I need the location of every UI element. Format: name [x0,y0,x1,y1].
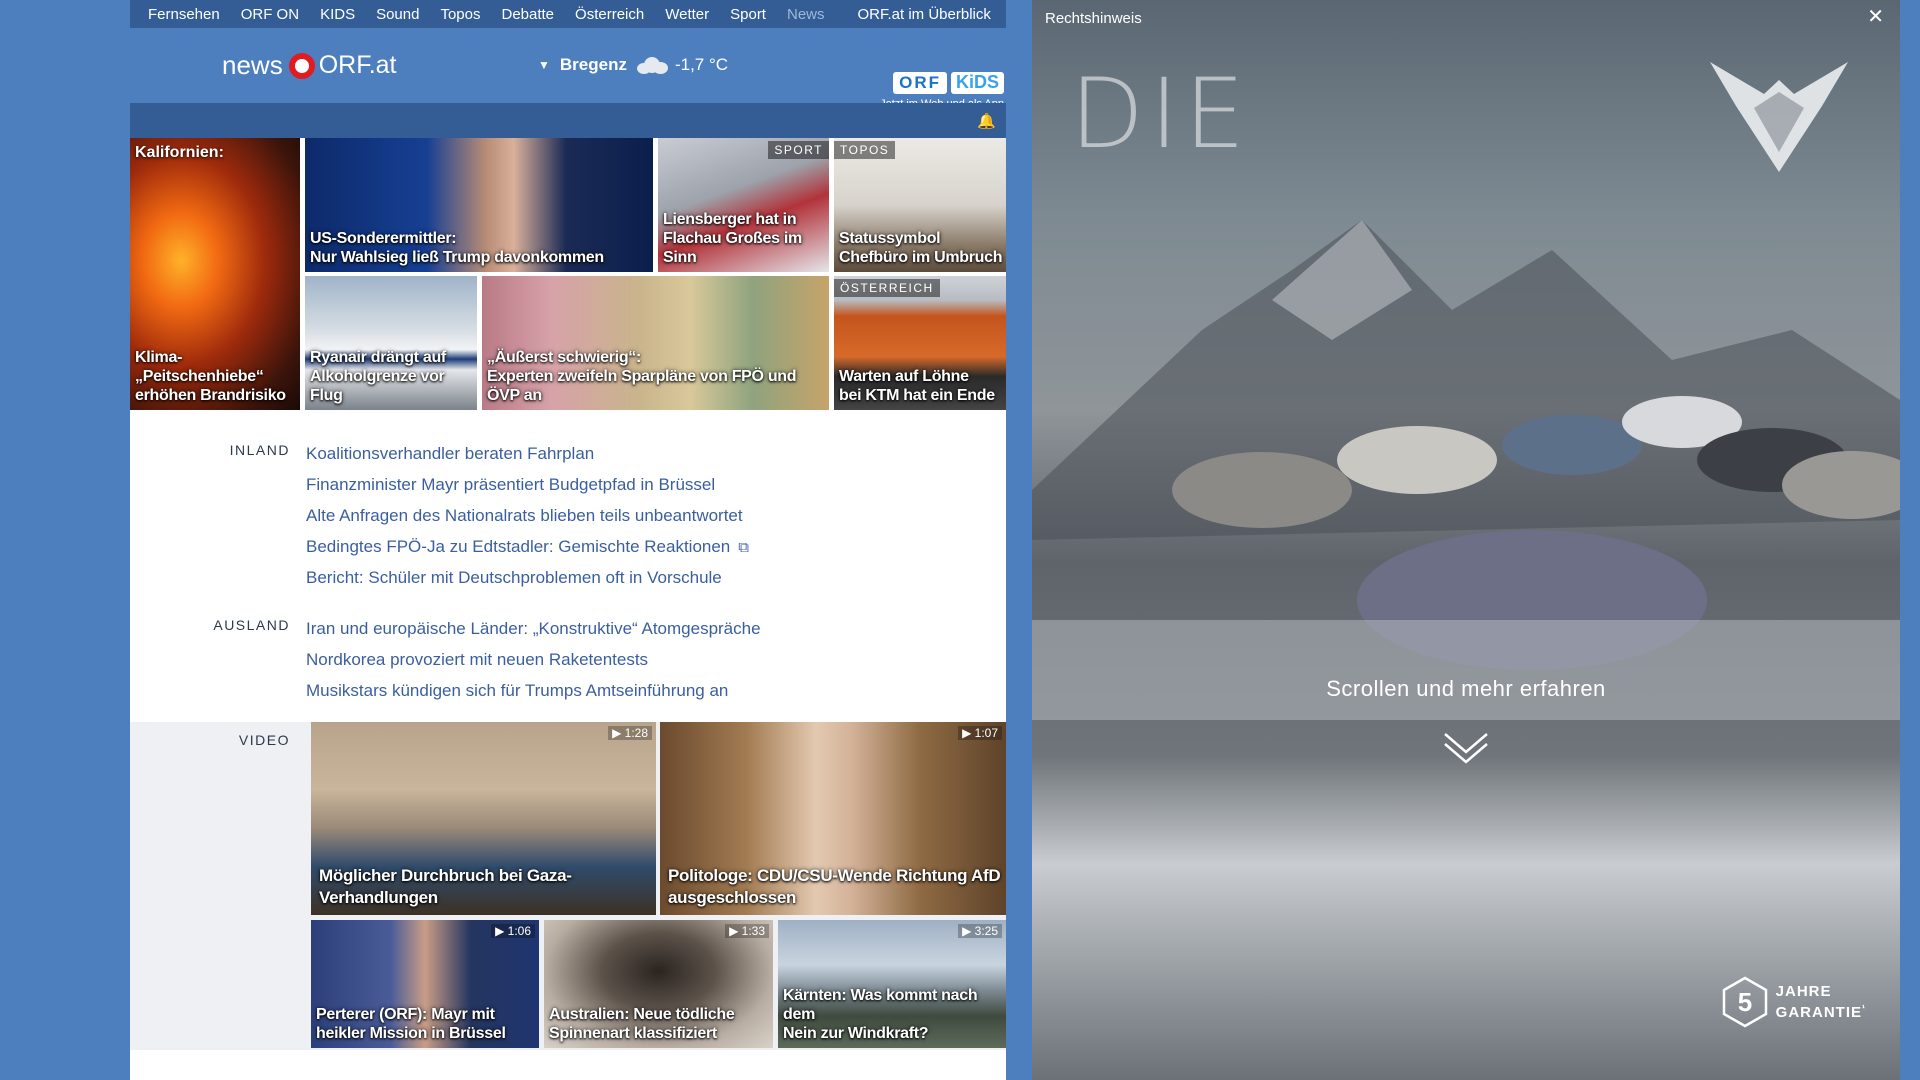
guarantee-badge: 5 JAHRE GARANTIE¹ [1722,976,1866,1028]
video-duration: ▶ 1:07 [958,726,1002,740]
logo-site-text: ORF.at [318,51,397,79]
advertisement-panel[interactable]: Rechtshinweis ✕ DIE Scrollen und mehr er… [1032,0,1900,1080]
news-orf-logo[interactable]: news ORF.at [222,50,397,81]
story-pretitle: Kalifornien: [135,144,224,161]
nav-item-fernsehen[interactable]: Fernsehen [148,6,220,23]
headline-link[interactable]: Bedingtes FPÖ-Ja zu Edtstadler: Gemischt… [306,531,749,562]
notification-bar: 🔔 [130,103,1006,138]
nav-item-orf-on[interactable]: ORF ON [241,6,299,23]
story-tile-ktm[interactable]: ÖSTERREICH Warten auf Löhne bei KTM hat e… [834,276,1006,410]
video-section: VIDEO ▶ 1:28 Möglicher Durchbruch bei Ga… [130,722,1006,1050]
guarantee-text: JAHRE GARANTIE¹ [1775,983,1866,1021]
video-duration: ▶ 1:06 [491,924,535,938]
headline-link[interactable]: Nordkorea provoziert mit neuen Raketente… [306,644,761,675]
ad-scene-illustration [1032,220,1900,720]
nav-item-sound[interactable]: Sound [376,6,419,23]
video-title: Politologe: CDU/CSU-Wende Richtung AfD au… [668,866,1001,907]
site-header: news ORF.at ▼ Bregenz -1,7 °C ORF KiDS J… [130,28,1006,110]
section-label: INLAND [229,442,290,458]
legal-notice-link[interactable]: Rechtshinweis [1045,10,1142,27]
video-duration: ▶ 1:28 [608,726,652,740]
cloud-icon [635,56,669,74]
story-title: Liensberger hat in Flachau Großes im Sinn [663,211,802,266]
news-column: Fernsehen ORF ON KIDS Sound Topos Debatt… [130,0,1006,1080]
headline-link[interactable]: Finanzminister Mayr präsentiert Budgetpf… [306,469,749,500]
svg-text:5: 5 [1737,987,1751,1017]
headline-link[interactable]: Bericht: Schüler mit Deutschproblemen of… [306,562,749,593]
nav-item-wetter[interactable]: Wetter [665,6,709,23]
headline-link[interactable]: Musikstars kündigen sich für Trumps Amts… [306,675,761,706]
video-tile[interactable]: ▶ 1:06 Perterer (ORF): Mayr mit heikler M… [311,920,539,1048]
dropdown-triangle-icon: ▼ [538,58,550,72]
story-title: US-Sonderermittler: Nur Wahlsieg ließ Tru… [310,230,604,266]
video-duration: ▶ 3:25 [958,924,1002,938]
video-title: Perterer (ORF): Mayr mit heikler Mission … [316,1006,506,1042]
bell-icon[interactable]: 🔔 [977,112,996,130]
weather-temperature: -1,7 °C [674,55,729,74]
section-label: VIDEO [238,732,290,748]
scroll-prompt: Scrollen und mehr erfahren [1326,676,1606,701]
nav-item-kids[interactable]: KIDS [320,6,355,23]
brand-logo-icon [1710,62,1848,172]
category-tag: ÖSTERREICH [834,279,940,297]
orf-ring-icon [288,52,315,79]
logo-news-text: news [222,50,283,80]
story-tile-liensberger[interactable]: SPORT Liensberger hat in Flachau Großes i… [658,138,829,272]
story-title: Ryanair drängt auf Alkoholgrenze vor Flug [310,349,446,404]
headline-link[interactable]: Iran und europäische Länder: „Konstrukti… [306,613,761,644]
story-title: Warten auf Löhne bei KTM hat ein Ende [839,368,995,404]
chevron-down-icon[interactable] [1441,730,1491,766]
close-icon[interactable]: ✕ [1867,4,1884,29]
top-navigation: Fernsehen ORF ON KIDS Sound Topos Debatt… [130,0,1006,28]
orf-logo: ORF [893,72,947,94]
nav-item-debatte[interactable]: Debatte [501,6,554,23]
headline-list: Koalitionsverhandler beraten Fahrplan Fi… [306,438,749,593]
kids-logo: KiDS [950,72,1004,94]
category-tag: TOPOS [834,141,896,159]
section-label: AUSLAND [213,617,290,633]
nav-item-topos[interactable]: Topos [440,6,480,23]
content-panel: Kalifornien: Klima-„Peitschenhiebe“ erhöh… [130,138,1006,1080]
headline-list: Iran und europäische Länder: „Konstrukti… [306,613,761,706]
headline-link[interactable]: Koalitionsverhandler beraten Fahrplan [306,438,749,469]
video-title: Australien: Neue tödliche Spinnenart klas… [549,1006,735,1042]
story-tile-trump[interactable]: US-Sonderermittler: Nur Wahlsieg ließ Tru… [305,138,653,272]
nav-item-oesterreich[interactable]: Österreich [575,6,644,23]
video-tile[interactable]: ▶ 1:33 Australien: Neue tödliche Spinnena… [544,920,773,1048]
ad-headline: DIE [1070,58,1251,170]
story-title: Statussymbol Chefbüro im Umbruch [839,230,1003,266]
story-title: „Äußerst schwierig“: Experten zweifeln Sp… [487,349,797,404]
weather-location: Bregenz [559,55,627,74]
video-tile[interactable]: ▶ 1:28 Möglicher Durchbruch bei Gaza- Ver… [311,722,656,915]
external-link-icon: ⧉ [738,539,749,556]
video-tile[interactable]: ▶ 3:25 Kärnten: Was kommt nach dem Nein z… [778,920,1006,1048]
weather-widget[interactable]: ▼ Bregenz -1,7 °C [538,55,728,75]
story-tile-sparplaene[interactable]: „Äußerst schwierig“: Experten zweifeln Sp… [482,276,829,410]
category-tag: SPORT [768,141,829,159]
story-tile-chefbuero[interactable]: TOPOS Statussymbol Chefbüro im Umbruch [834,138,1006,272]
video-duration: ▶ 1:33 [725,924,769,938]
video-tile[interactable]: ▶ 1:07 Politologe: CDU/CSU-Wende Richtun… [660,722,1006,915]
video-title: Kärnten: Was kommt nach dem Nein zur Wind… [783,987,978,1042]
story-tile-kalifornien[interactable]: Kalifornien: Klima-„Peitschenhiebe“ erhöh… [130,138,300,410]
hexagon-icon: 5 [1722,976,1767,1028]
story-title: Klima-„Peitschenhiebe“ erhöhen Brandrisik… [135,349,286,404]
nav-item-sport[interactable]: Sport [730,6,766,23]
nav-overview-link[interactable]: ORF.at im Überblick [858,6,991,23]
headline-link[interactable]: Alte Anfragen des Nationalrats blieben t… [306,500,749,531]
story-tile-ryanair[interactable]: Ryanair drängt auf Alkoholgrenze vor Flug [305,276,477,410]
nav-item-news[interactable]: News [787,6,825,23]
video-title: Möglicher Durchbruch bei Gaza- Verhandlun… [319,866,572,907]
